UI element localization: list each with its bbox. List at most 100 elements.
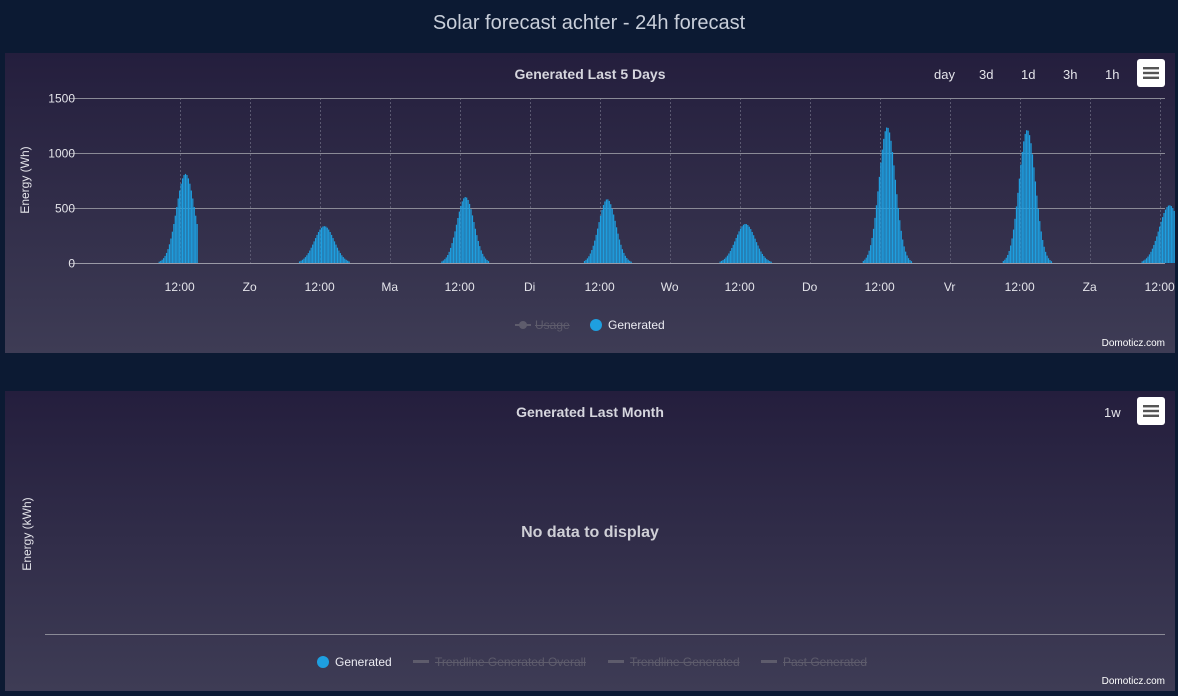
generated-bar [312, 244, 314, 263]
generated-bar [607, 199, 609, 263]
generated-bar [310, 247, 312, 263]
legend-label: Usage [535, 317, 570, 332]
legend-trendline-generated[interactable]: Trendline Generated [608, 654, 740, 669]
generated-bar [1027, 130, 1029, 263]
generated-bar [320, 227, 323, 263]
x-tick-label: 12:00 [165, 280, 195, 294]
generated-bar [629, 260, 631, 263]
legend-past-generated[interactable]: Past Generated [761, 654, 867, 669]
generated-bar [298, 261, 301, 263]
generated-bar [737, 234, 739, 263]
credit-link[interactable]: Domoticz.com [1102, 676, 1165, 687]
legend-trendline-generated-overall[interactable]: Trendline Generated Overall [413, 654, 586, 669]
generated-bar [1031, 154, 1034, 263]
generated-bar [193, 207, 195, 263]
generated-bar [186, 175, 188, 263]
x-tick-label: 12:00 [585, 280, 615, 294]
generated-bar [307, 253, 309, 263]
generated-bar [180, 183, 182, 263]
generated-bar [1021, 151, 1023, 263]
generated-bar [591, 250, 593, 263]
generated-bar [301, 259, 304, 263]
x-tick-label: Za [1083, 280, 1097, 294]
generated-bar [1143, 260, 1145, 263]
legend-label: Trendline Generated [630, 654, 740, 669]
generated-bar [905, 251, 907, 263]
x-tick-label: 12:00 [725, 280, 755, 294]
generated-bar [480, 250, 482, 263]
generated-bar [723, 258, 726, 263]
generated-bar [867, 254, 869, 263]
generated-bar [1159, 226, 1161, 263]
legend-usage[interactable]: Usage [515, 317, 570, 332]
generated-bar [333, 241, 336, 263]
generated-bar [613, 214, 615, 263]
generated-bar [899, 220, 901, 263]
generated-bar [1047, 258, 1050, 263]
generated-bar [441, 261, 443, 263]
generated-bar [731, 248, 733, 263]
generated-bar [322, 226, 324, 263]
generated-bar [1045, 251, 1047, 263]
generated-bar [611, 208, 613, 263]
generated-bar [770, 261, 772, 263]
generated-bar [735, 237, 737, 263]
generated-bar [341, 255, 343, 263]
generated-bar [766, 259, 768, 263]
generated-bar [187, 178, 190, 263]
generated-bar [755, 242, 758, 263]
generated-bar [1169, 205, 1171, 263]
generated-bar [872, 228, 875, 263]
x-tick-label: Vr [944, 280, 956, 294]
generated-bar [598, 222, 600, 263]
generated-bar [300, 260, 302, 263]
generated-bar [471, 215, 474, 263]
generated-bar [627, 259, 629, 263]
generated-bar [455, 224, 458, 263]
generated-bar [450, 247, 452, 263]
generated-bar [338, 250, 340, 263]
generated-bar [479, 246, 481, 263]
legend-generated[interactable]: Generated [317, 654, 392, 669]
generated-bar [608, 200, 610, 263]
generated-bar [482, 253, 484, 263]
generated-bar [626, 257, 628, 263]
generated-bar [588, 256, 590, 263]
generated-bar [903, 246, 905, 263]
generated-bar [734, 241, 736, 263]
generated-bar [745, 224, 747, 263]
generated-bar [719, 261, 721, 263]
generated-bar [467, 199, 469, 263]
generated-bar [336, 247, 339, 263]
generated-bar [618, 239, 621, 263]
generated-bar [1023, 141, 1025, 263]
generated-bar [470, 209, 472, 263]
generated-bar [1034, 181, 1037, 263]
generated-bar [1014, 218, 1016, 263]
generated-bar [458, 211, 460, 263]
credit-link[interactable]: Domoticz.com [1102, 338, 1165, 349]
generated-bar [870, 245, 872, 263]
generated-bar [907, 258, 910, 263]
generated-bar [192, 198, 194, 263]
generated-bar [594, 240, 596, 263]
generated-bar [1024, 133, 1026, 263]
generated-bar [902, 239, 904, 263]
generated-bar [1049, 260, 1051, 263]
legend-label: Generated [608, 317, 665, 332]
generated-bar [610, 204, 612, 263]
generated-bar [757, 245, 759, 263]
generated-bar [314, 238, 317, 263]
plot-area: 0 500 1000 1500 12:00 Zo 12:00 Ma 12:00 Di 12:00 Wo… [48, 92, 1175, 295]
generated-bar [763, 256, 765, 263]
x-tick-label: 12:00 [865, 280, 895, 294]
generated-bar [1028, 135, 1031, 263]
generated-bar [184, 173, 187, 263]
generated-bar [1173, 210, 1175, 263]
generated-bar [485, 258, 487, 263]
generated-bar [1145, 258, 1148, 263]
legend-line-marker-icon [515, 320, 531, 329]
generated-bar [483, 256, 485, 263]
legend-generated[interactable]: Generated [590, 317, 665, 332]
generated-bar [890, 140, 892, 263]
